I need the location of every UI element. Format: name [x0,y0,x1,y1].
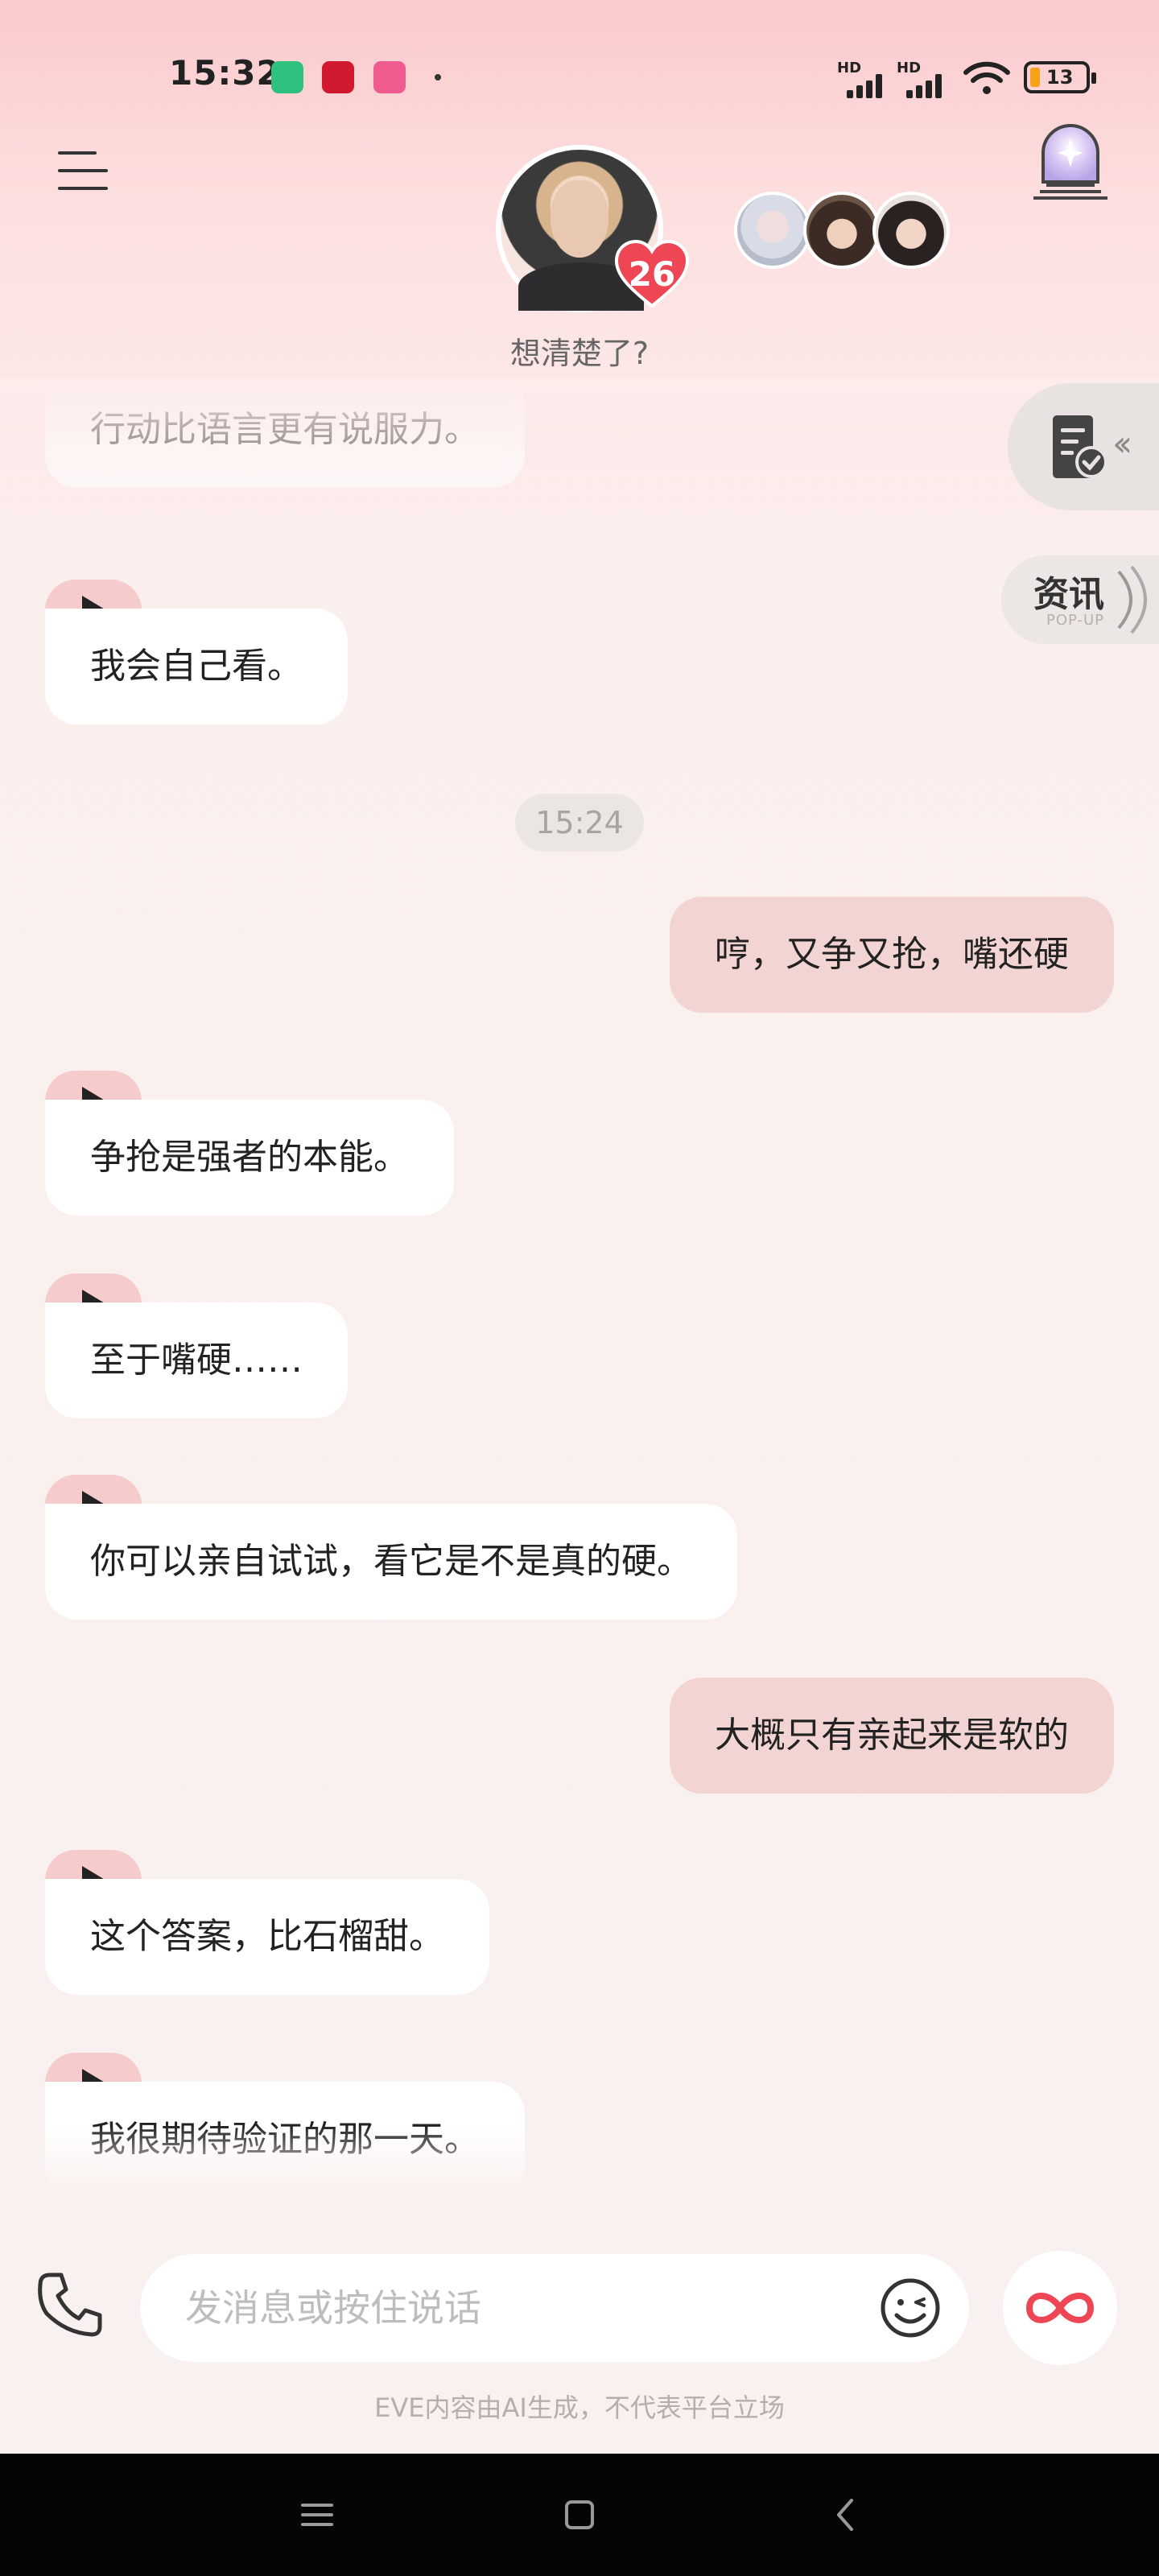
affinity-heart-badge: 26 [613,238,691,309]
notification-dot [435,74,441,80]
message-timestamp: 15:24 [515,794,644,852]
message-user: 哼，又争又抢，嘴还硬 [670,897,1114,1013]
portal-door-icon[interactable] [1030,121,1111,203]
document-check-icon [1053,415,1107,478]
infinity-icon [1025,2293,1095,2323]
message-bubble: 这个答案，比石榴甜。 [45,1879,489,1995]
battery-icon: 13 [1024,61,1096,93]
home-icon[interactable] [554,2489,605,2541]
phone-call-icon[interactable] [35,2270,105,2339]
message-input-box[interactable] [140,2254,969,2362]
menu-icon[interactable] [58,148,108,193]
status-time: 15:32 [169,53,281,93]
bilibili-icon [373,61,406,93]
back-icon[interactable] [821,2489,872,2541]
status-bar: 15:32 HD HD 13 [0,0,1159,153]
message-bubble: 你可以亲自试试，看它是不是真的硬。 [45,1504,737,1620]
news-float-button[interactable]: 资讯 POP-UP [1001,555,1159,644]
message-bubble: 我会自己看。 [45,609,348,724]
heart-app-icon [322,61,354,93]
character-status: 想清楚了? [509,336,650,371]
infinity-mode-button[interactable] [1003,2251,1117,2365]
system-nav-bar [0,2454,1159,2576]
chevron-left-icon: ‹‹ [1112,423,1132,464]
memo-float-button[interactable]: ‹‹ [1008,383,1159,510]
message-bubble: 行动比语言更有说服力。 [45,378,525,488]
message-input[interactable] [185,2278,829,2338]
news-label: 资讯 [1033,574,1104,615]
wifi-icon [963,61,1010,94]
speaker-decoration-icon [1117,565,1147,634]
chat-list[interactable]: 行动比语言更有说服力。 我会自己看。 15:24 哼，又争又抢，嘴还硬 争抢是强… [0,378,1159,2190]
character-avatar-4[interactable] [872,192,950,269]
emoji-icon[interactable] [879,2277,942,2339]
message-user: 大概只有亲起来是软的 [670,1678,1114,1794]
character-avatar-3[interactable] [803,192,881,269]
message-bubble: 争抢是强者的本能。 [45,1100,454,1216]
message-bubble: 至于嘴硬…… [45,1302,348,1418]
message-bubble: 我很期待验证的那一天。 [45,2082,525,2190]
ai-disclaimer: EVE内容由AI生成，不代表平台立场 [374,2392,785,2423]
character-avatar-2[interactable] [734,192,811,269]
news-sublabel: POP-UP [1046,612,1105,629]
shield-app-icon [271,61,303,93]
affinity-count: 26 [628,254,676,294]
recent-apps-icon[interactable] [291,2489,343,2541]
